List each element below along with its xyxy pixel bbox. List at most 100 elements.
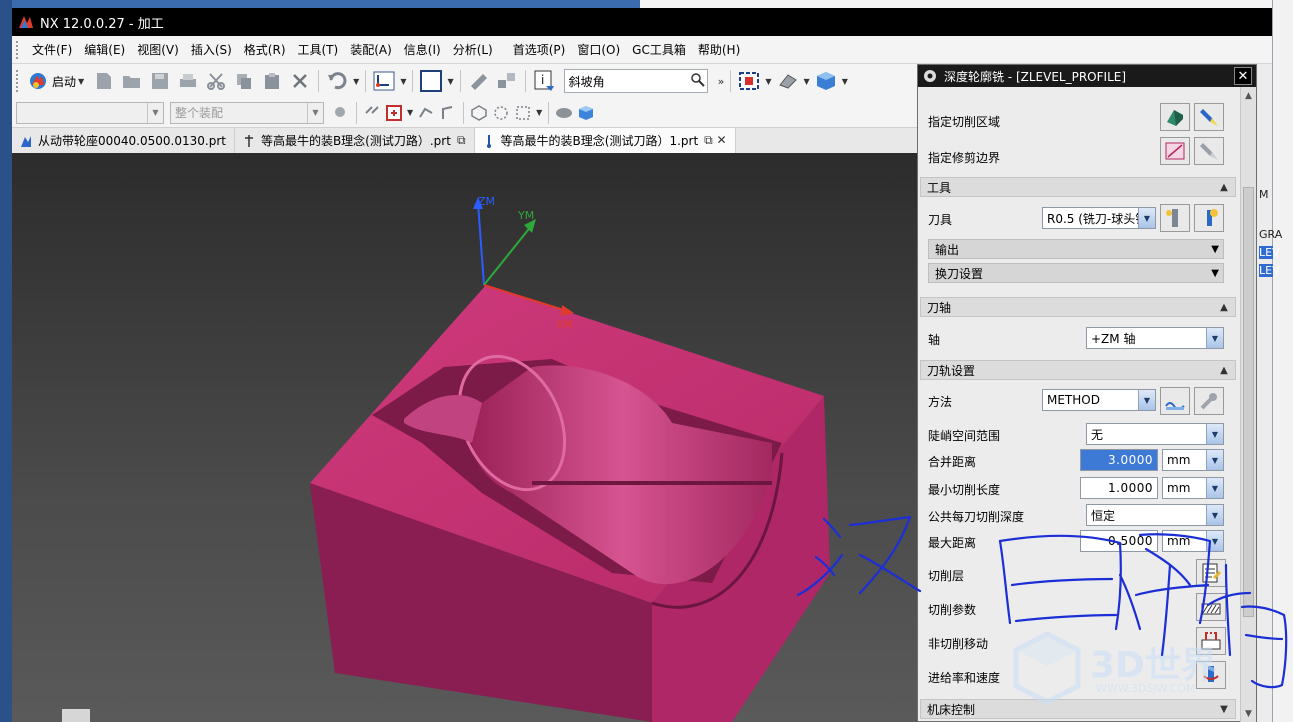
paste-button[interactable]: [259, 68, 285, 94]
expand-chevron-icon[interactable]: ▼: [1211, 268, 1219, 279]
start-dropdown-icon[interactable]: ▼: [78, 77, 84, 86]
shaded-view-dropdown-icon[interactable]: ▼: [842, 77, 848, 86]
command-search-value[interactable]: 斜坡角: [569, 73, 605, 90]
menu-file[interactable]: 文件(F): [26, 41, 78, 58]
collapse-chevron-icon[interactable]: ▲: [1217, 363, 1231, 377]
menu-analysis[interactable]: 分析(L): [447, 41, 499, 58]
min-cut-length-input[interactable]: 1.0000: [1080, 477, 1158, 499]
tool-axis-section-header[interactable]: 刀轴 ▲: [920, 297, 1236, 317]
color-dropdown-icon[interactable]: ▼: [447, 77, 453, 86]
cut-button[interactable]: [203, 68, 229, 94]
layer-button[interactable]: [576, 100, 596, 126]
fit-view-button[interactable]: [736, 68, 762, 94]
delete-button[interactable]: [287, 68, 313, 94]
show-cut-area-button[interactable]: [1194, 103, 1224, 131]
menu-edit[interactable]: 编辑(E): [78, 41, 131, 58]
select-cut-area-button[interactable]: [1160, 103, 1190, 131]
menu-preferences[interactable]: 首选项(P): [507, 41, 572, 58]
select-feature-button[interactable]: [384, 100, 404, 126]
feeds-speeds-button[interactable]: [1196, 661, 1226, 689]
print-button[interactable]: [175, 68, 201, 94]
edit-method-wrench-button[interactable]: [1194, 387, 1224, 415]
select-feature-dropdown-icon[interactable]: ▼: [407, 108, 413, 117]
non-cutting-moves-button[interactable]: [1196, 627, 1226, 655]
face-rule-button[interactable]: [438, 100, 458, 126]
lasso-select-button[interactable]: [491, 100, 511, 126]
save-button[interactable]: [147, 68, 173, 94]
menu-insert[interactable]: 插入(S): [185, 41, 238, 58]
type-filter-select[interactable]: ▼: [16, 101, 164, 124]
collapse-chevron-icon[interactable]: ▲: [1217, 180, 1231, 194]
open-button[interactable]: [119, 68, 145, 94]
color-button[interactable]: [418, 68, 444, 94]
show-hide-button[interactable]: [554, 100, 574, 126]
steep-range-select[interactable]: 无 ▼: [1086, 423, 1224, 445]
show-trim-boundary-button[interactable]: [1194, 137, 1224, 165]
dialog-title-bar[interactable]: 深度轮廓铣 - [ZLEVEL_PROFILE] ✕: [918, 65, 1256, 87]
undo-dropdown-icon[interactable]: ▼: [353, 77, 359, 86]
merge-distance-input[interactable]: 3.0000: [1080, 449, 1158, 471]
fit-view-dropdown-icon[interactable]: ▼: [765, 77, 771, 86]
edit-tool-button[interactable]: [1160, 204, 1190, 232]
command-search-input[interactable]: 斜坡角: [563, 69, 708, 93]
tool-section-header[interactable]: 工具 ▲: [920, 177, 1236, 197]
min-cut-length-unit-select[interactable]: mm ▼: [1162, 477, 1224, 499]
curve-rule-button[interactable]: [416, 100, 436, 126]
cut-params-button[interactable]: [1196, 593, 1226, 621]
box-select-button[interactable]: [513, 100, 533, 126]
tab-document-1[interactable]: 从动带轮座00040.0500.0130.prt: [12, 128, 235, 153]
tab-document-2[interactable]: 等高最牛的装B理念(测试刀路）.prt ⧉: [235, 128, 475, 153]
snap-point-button[interactable]: [362, 100, 382, 126]
cut-levels-button[interactable]: [1196, 559, 1226, 587]
polygon-select-button[interactable]: [469, 100, 489, 126]
axis-select[interactable]: +ZM 轴 ▼: [1086, 327, 1224, 349]
selection-filter-button[interactable]: [331, 100, 351, 126]
method-select[interactable]: METHOD ▼: [1042, 389, 1156, 411]
magnifier-icon[interactable]: [689, 72, 707, 90]
tool-change-subsection[interactable]: 换刀设置 ▼: [928, 263, 1224, 283]
menu-gc-toolbox[interactable]: GC工具箱: [626, 41, 692, 58]
expand-chevron-icon[interactable]: ▼: [1217, 702, 1231, 716]
copy-button[interactable]: [231, 68, 257, 94]
path-settings-section-header[interactable]: 刀轨设置 ▲: [920, 360, 1236, 380]
menu-window[interactable]: 窗口(O): [571, 41, 626, 58]
wcs-dropdown-icon[interactable]: ▼: [400, 77, 406, 86]
new-file-button[interactable]: [91, 68, 117, 94]
box-select-dropdown-icon[interactable]: ▼: [536, 108, 542, 117]
depth-per-cut-select[interactable]: 恒定 ▼: [1086, 504, 1224, 526]
assembly-scope-select[interactable]: 整个装配 ▼: [170, 101, 324, 124]
max-distance-unit-select[interactable]: mm ▼: [1162, 530, 1224, 552]
move-object-button[interactable]: [494, 68, 520, 94]
undo-button[interactable]: [324, 68, 350, 94]
start-button[interactable]: 启动 ▼: [24, 68, 90, 94]
dialog-scrollbar[interactable]: ▲ ▼: [1240, 87, 1256, 722]
menu-info[interactable]: 信息(I): [398, 41, 447, 58]
max-distance-input[interactable]: 0.5000: [1080, 530, 1158, 552]
menu-assembly[interactable]: 装配(A): [344, 41, 398, 58]
scrollbar-thumb[interactable]: [1243, 187, 1254, 617]
toolbar-overflow-icon[interactable]: »: [718, 75, 725, 88]
render-style-button[interactable]: [775, 68, 801, 94]
menu-format[interactable]: 格式(R): [238, 41, 292, 58]
collapse-chevron-icon[interactable]: ▲: [1217, 300, 1231, 314]
output-subsection[interactable]: 输出 ▼: [928, 239, 1224, 259]
edit-object-button[interactable]: [466, 68, 492, 94]
tool-select[interactable]: R0.5 (铣刀-球头铣 ▼: [1042, 207, 1156, 229]
gear-icon[interactable]: [922, 68, 938, 84]
shaded-view-button[interactable]: [813, 68, 839, 94]
menu-help[interactable]: 帮助(H): [692, 41, 746, 58]
menu-view[interactable]: 视图(V): [131, 41, 185, 58]
dialog-close-button[interactable]: ✕: [1234, 67, 1252, 85]
wcs-button[interactable]: [371, 68, 397, 94]
render-style-dropdown-icon[interactable]: ▼: [804, 77, 810, 86]
expand-chevron-icon[interactable]: ▼: [1211, 244, 1219, 255]
tab-close-icon[interactable]: ⧉ ✕: [704, 133, 726, 148]
scroll-up-icon[interactable]: ▲: [1241, 89, 1256, 103]
info-button[interactable]: i: [531, 68, 557, 94]
select-trim-boundary-button[interactable]: [1160, 137, 1190, 165]
tab-document-3-active[interactable]: 等高最牛的装B理念(测试刀路）1.prt ⧉ ✕: [474, 128, 736, 153]
new-tool-button[interactable]: [1194, 204, 1224, 232]
graphics-viewport[interactable]: ZM YM XM: [12, 153, 920, 722]
machine-control-section-header[interactable]: 机床控制 ▼: [920, 699, 1236, 719]
scroll-down-icon[interactable]: ▼: [1241, 707, 1256, 721]
